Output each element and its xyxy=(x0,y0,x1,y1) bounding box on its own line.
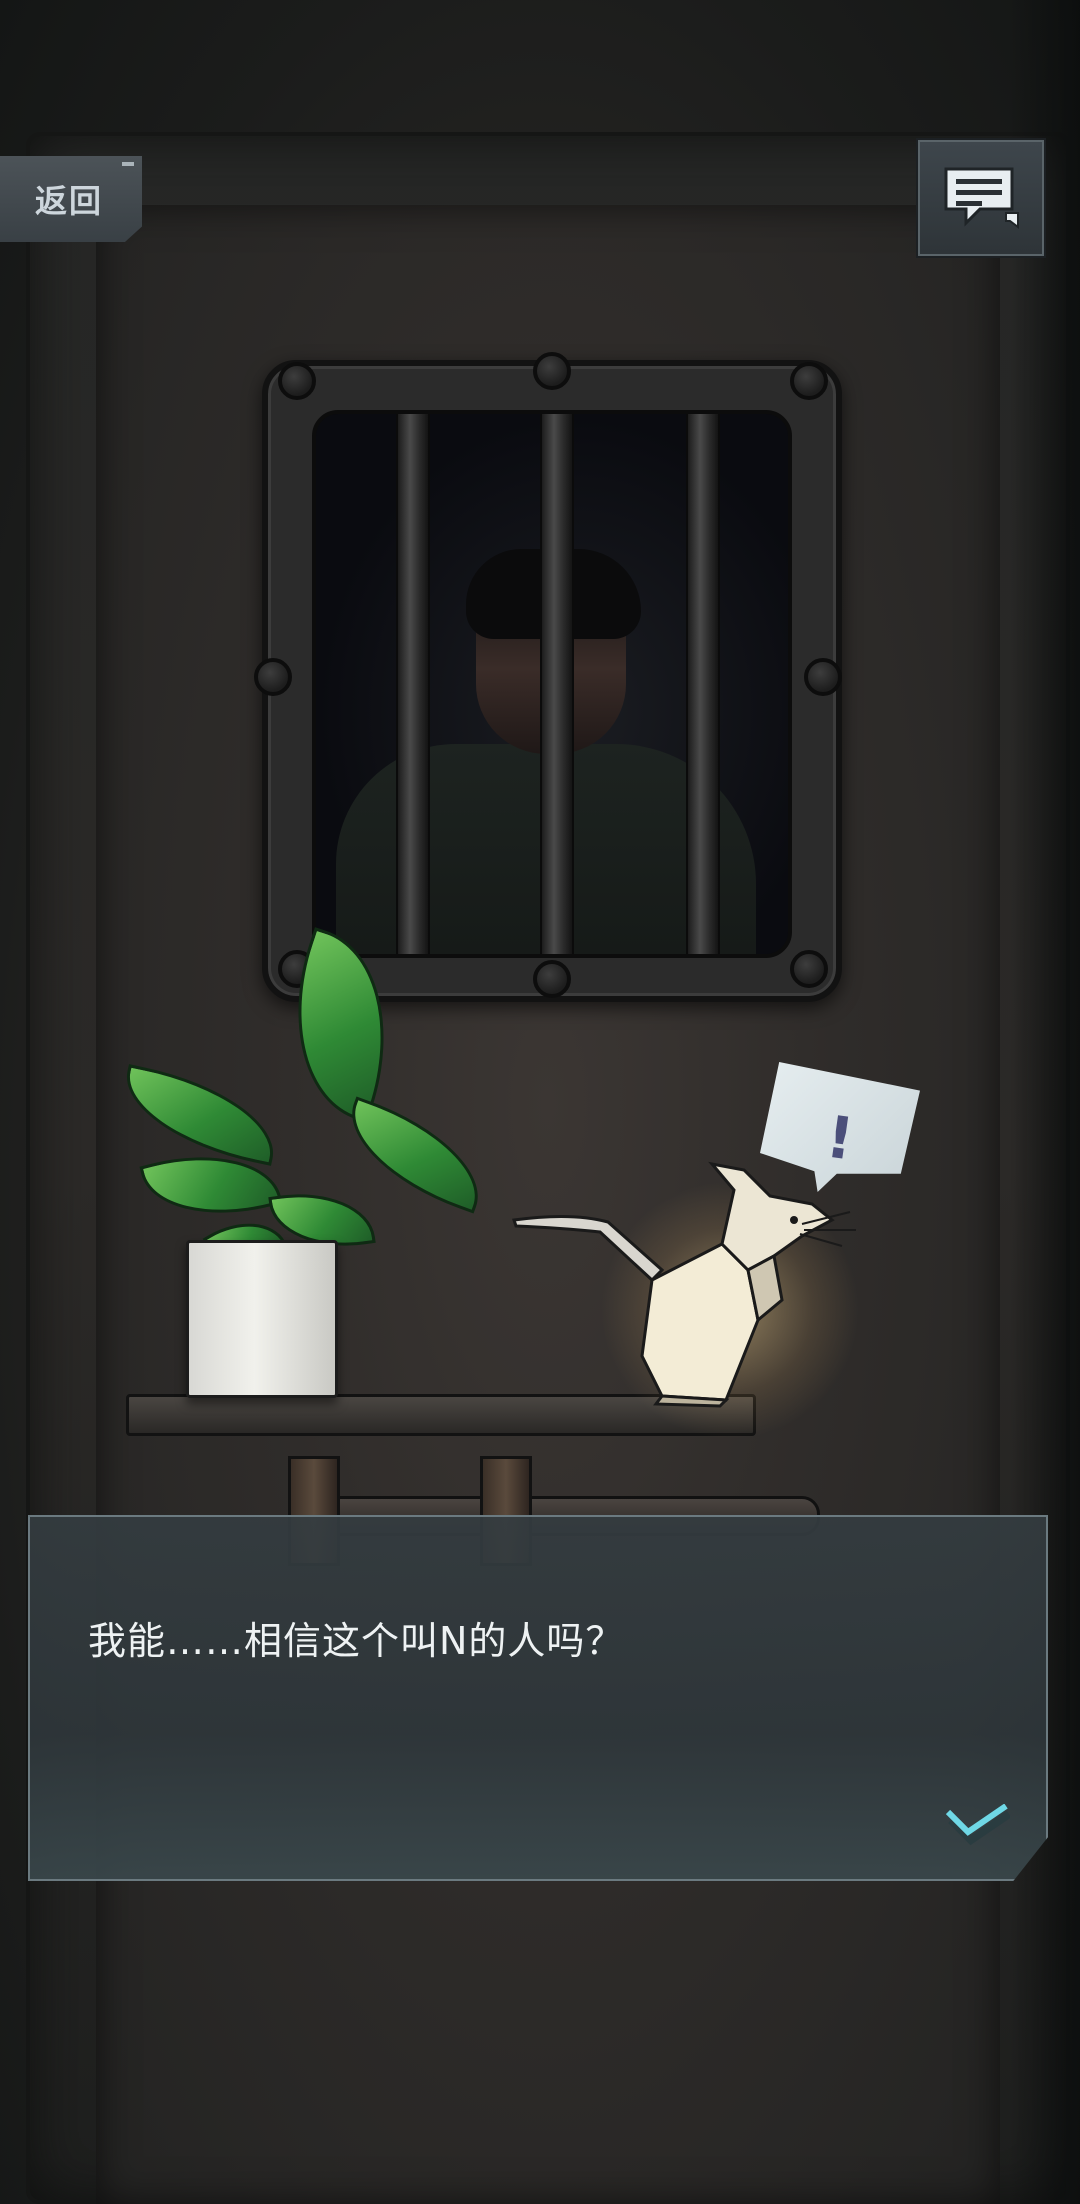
chat-log-icon xyxy=(944,167,1019,229)
bolt-icon xyxy=(790,950,828,988)
dialog-text: 我能……相信这个叫N的人吗？ xyxy=(88,1619,625,1663)
bolt-icon xyxy=(278,362,316,400)
back-button-label: 返回 xyxy=(34,182,103,220)
origami-rat[interactable] xyxy=(512,1160,882,1410)
bolt-icon xyxy=(533,960,571,998)
bolt-icon xyxy=(254,658,292,696)
bolt-icon xyxy=(790,362,828,400)
chevron-down-icon[interactable] xyxy=(944,1804,1010,1848)
dialog-box[interactable] xyxy=(28,1515,1048,1881)
window-bar xyxy=(686,414,720,954)
window-glass xyxy=(312,410,792,958)
back-button[interactable]: 返回 xyxy=(0,156,142,242)
barred-window[interactable] xyxy=(254,352,842,1002)
bolt-icon xyxy=(804,658,842,696)
window-bar xyxy=(396,414,430,954)
bolt-icon xyxy=(533,352,571,390)
door-shadow xyxy=(1010,0,1080,2204)
chat-log-button[interactable] xyxy=(918,140,1044,256)
window-bar xyxy=(540,414,574,954)
notch-decoration xyxy=(122,162,134,166)
plant-pot xyxy=(186,1240,338,1398)
